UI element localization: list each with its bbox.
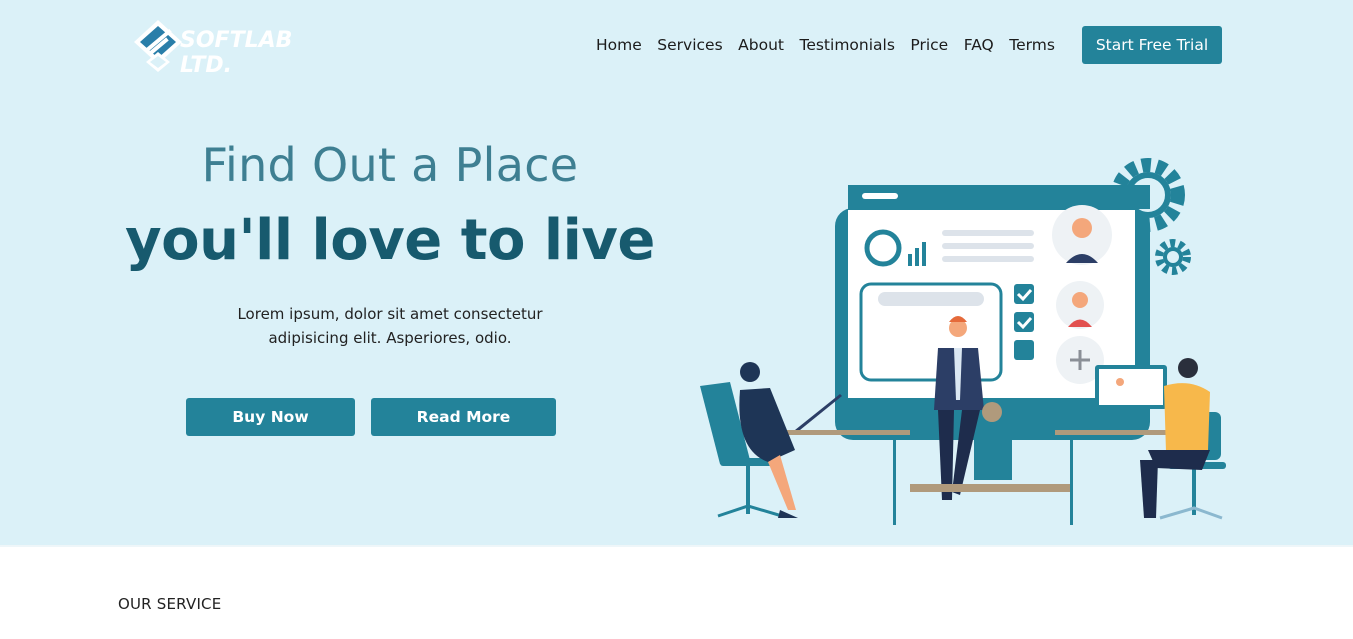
nav-about[interactable]: About (738, 36, 784, 54)
nav-testimonials[interactable]: Testimonials (799, 36, 894, 54)
office-team-dashboard-illustration (700, 158, 1226, 525)
nav-price[interactable]: Price (910, 36, 948, 54)
hero-divider (0, 545, 1353, 547)
nav-faq[interactable]: FAQ (964, 36, 994, 54)
nav-services[interactable]: Services (657, 36, 722, 54)
start-free-trial-button[interactable]: Start Free Trial (1082, 26, 1222, 64)
hero-blurb-line2: adipisicing elit. Asperiores, odio. (268, 329, 512, 347)
our-service-heading: OUR SERVICE (118, 595, 222, 613)
hero-blurb-line1: Lorem ipsum, dolor sit amet consectetur (237, 305, 543, 323)
nav-home[interactable]: Home (596, 36, 642, 54)
nav-terms[interactable]: Terms (1009, 36, 1055, 54)
hero-blurb: Lorem ipsum, dolor sit amet consectetur … (170, 302, 610, 350)
main-nav: Home Services About Testimonials Price F… (590, 26, 1070, 64)
buy-now-button[interactable]: Buy Now (186, 398, 355, 436)
read-more-button[interactable]: Read More (371, 398, 556, 436)
hero-headline-line2: you'll love to live (125, 208, 655, 273)
brand-logo[interactable]: SOFTLAB LTD. (130, 14, 340, 78)
brand-name: SOFTLAB LTD. (180, 28, 293, 78)
hero-headline-line1: Find Out a Place (201, 138, 579, 192)
small-gear-icon (1155, 239, 1191, 275)
